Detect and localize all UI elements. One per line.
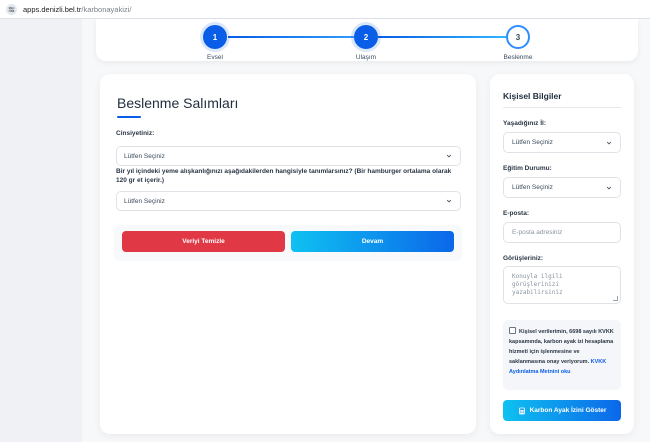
- nutrition-form-card: Beslenme Salımları Cinsiyetiniz: Lütfen …: [100, 74, 476, 434]
- browser-address-bar[interactable]: apps.denizli.bel.tr/karbonayakizi/: [0, 0, 650, 19]
- left-gutter: [0, 19, 82, 442]
- step-1-circle[interactable]: 1: [203, 25, 227, 49]
- step-2-label: Ulaşım: [355, 54, 377, 61]
- diet-select[interactable]: Lütfen Seçiniz: [116, 191, 461, 211]
- show-footprint-label: Karbon Ayak İzini Göster: [529, 407, 607, 414]
- step-1-label: Evsel: [207, 54, 223, 61]
- gender-label: Cinsiyetiniz:: [116, 130, 155, 137]
- show-footprint-button[interactable]: Karbon Ayak İzini Göster: [503, 400, 621, 421]
- opinion-label: Görüşleriniz:: [503, 255, 544, 262]
- education-label: Eğitim Durumu:: [503, 165, 552, 172]
- clear-data-button[interactable]: Veriyi Temizle: [122, 231, 285, 252]
- title-underline: [117, 116, 141, 118]
- gender-select-value: Lütfen Seçiniz: [124, 152, 165, 160]
- gender-select[interactable]: Lütfen Seçiniz: [116, 146, 461, 166]
- chevron-down-icon: [446, 199, 452, 203]
- diet-question-label: Bir yıl içindeki yeme alışkanlığınızı aş…: [116, 168, 452, 184]
- education-select[interactable]: Lütfen Seçiniz: [503, 177, 621, 198]
- divider: [503, 107, 621, 108]
- site-settings-icon[interactable]: [6, 3, 17, 15]
- step-2-circle[interactable]: 2: [354, 25, 378, 49]
- calculator-icon: [518, 407, 525, 414]
- city-select-value: Lütfen Seçiniz: [512, 139, 553, 146]
- opinion-placeholder: Konuyla ilgili görüşlerinizi yazabilirsi…: [512, 273, 563, 296]
- url-text[interactable]: apps.denizli.bel.tr/karbonayakizi/: [23, 5, 131, 14]
- step-connector-2: [378, 36, 506, 38]
- email-field[interactable]: E-posta adresiniz: [503, 222, 621, 243]
- education-select-value: Lütfen Seçiniz: [512, 184, 553, 191]
- url-host: apps.denizli.bel.tr: [23, 4, 82, 14]
- resize-handle[interactable]: [613, 296, 618, 301]
- city-label: Yaşadığınız İl:: [503, 120, 546, 127]
- continue-button[interactable]: Devam: [291, 231, 454, 252]
- chevron-down-icon: [606, 186, 612, 190]
- step-3-circle[interactable]: 3: [506, 25, 530, 49]
- personal-info-card: Kişisel Bilgiler Yaşadığınız İl: Lütfen …: [490, 74, 634, 434]
- city-select[interactable]: Lütfen Seçiniz: [503, 132, 621, 153]
- chevron-down-icon: [446, 154, 452, 158]
- page-title: Beslenme Salımları: [117, 95, 239, 111]
- diet-select-value: Lütfen Seçiniz: [124, 197, 165, 205]
- opinion-textarea[interactable]: Konuyla ilgili görüşlerinizi yazabilirsi…: [503, 266, 621, 304]
- email-label: E-posta:: [503, 210, 529, 217]
- consent-checkbox[interactable]: [509, 327, 516, 334]
- kvkk-consent: Kişisel verilerimin, 6698 sayılı KVKK ka…: [503, 320, 621, 390]
- chevron-down-icon: [606, 141, 612, 145]
- personal-info-title: Kişisel Bilgiler: [503, 91, 562, 101]
- step-3-label: Beslenme: [503, 54, 533, 61]
- step-connector-1: [228, 36, 354, 38]
- url-path: /karbonayakizi/: [81, 4, 132, 14]
